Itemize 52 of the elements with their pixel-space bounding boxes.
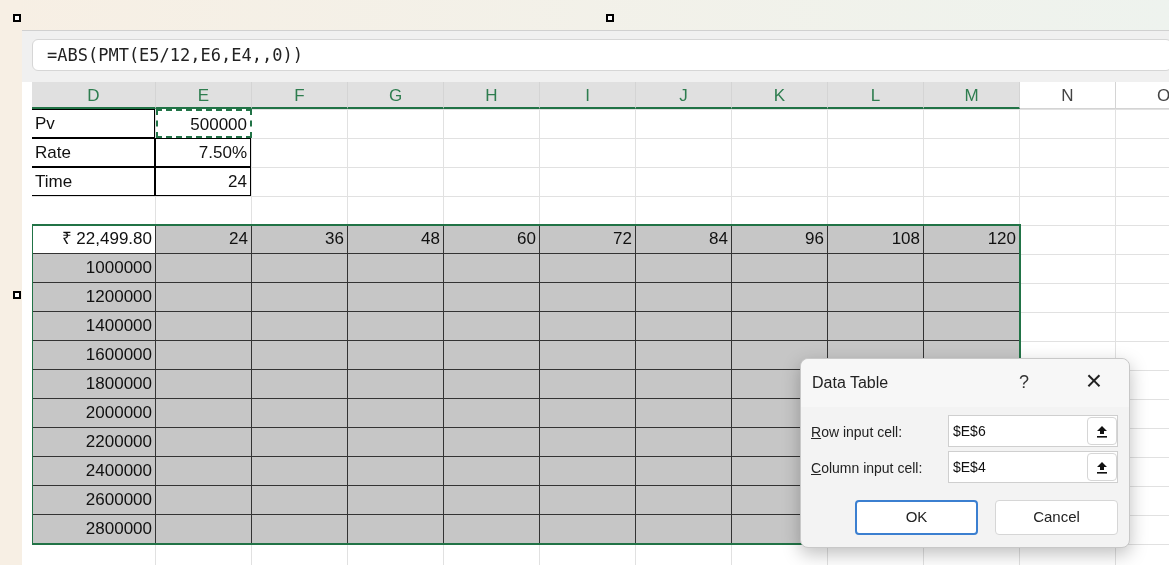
table-cell: 48 <box>348 225 444 254</box>
table-cell: 96 <box>732 225 828 254</box>
table-cell: Rate <box>32 138 155 167</box>
table-cell: 24 <box>155 167 251 196</box>
collapse-button[interactable] <box>1087 453 1117 481</box>
table-cell: 60 <box>444 225 540 254</box>
handle-icon <box>13 291 21 299</box>
table-cell: 72 <box>540 225 636 254</box>
column-header[interactable]: M <box>924 82 1020 109</box>
table-cell: 500000 <box>156 109 252 138</box>
column-header[interactable]: L <box>828 82 924 109</box>
table-cell: 120 <box>924 225 1020 254</box>
table-cell: 2200000 <box>32 428 156 457</box>
table-cell: 1800000 <box>32 370 156 399</box>
upload-icon <box>1096 460 1108 474</box>
column-header[interactable]: K <box>732 82 828 109</box>
column-header[interactable]: J <box>636 82 732 109</box>
table-cell: Time <box>32 167 155 196</box>
table-cell: ₹ 22,499.80 <box>32 225 156 254</box>
table-cell: 1000000 <box>32 254 156 283</box>
table-cell: 2600000 <box>32 486 156 515</box>
column-header[interactable]: G <box>348 82 444 109</box>
column-header[interactable]: H <box>444 82 540 109</box>
table-cell: 36 <box>252 225 348 254</box>
column-header[interactable]: F <box>252 82 348 109</box>
dialog-button[interactable]: OK <box>855 500 978 535</box>
close-button[interactable]: × <box>1079 365 1109 397</box>
handle-icon <box>606 14 614 22</box>
column-header[interactable]: E <box>156 82 252 109</box>
table-cell: 1600000 <box>32 341 156 370</box>
column-header[interactable]: I <box>540 82 636 109</box>
handle-icon <box>13 14 21 22</box>
dialog-title: Data Table <box>812 373 889 393</box>
table-cell: 1200000 <box>32 283 156 312</box>
table-cell: 24 <box>156 225 252 254</box>
table-cell: 84 <box>636 225 732 254</box>
formula-field[interactable]: =ABS(PMT(E5/12,E6,E4,,0)) <box>32 39 1169 71</box>
table-cell: 2000000 <box>32 399 156 428</box>
dialog-button[interactable]: Cancel <box>995 500 1118 535</box>
field-label: Column input cell: <box>811 459 923 478</box>
table-cell: Pv <box>32 109 155 138</box>
help-button[interactable]: ? <box>1011 367 1037 397</box>
upload-icon <box>1096 424 1108 438</box>
table-cell: 2400000 <box>32 457 156 486</box>
column-header[interactable]: N <box>1020 82 1116 109</box>
table-cell: 2800000 <box>32 515 156 544</box>
table-cell: 108 <box>828 225 924 254</box>
table-cell: 7.50% <box>155 138 251 167</box>
column-header[interactable]: D <box>32 82 156 109</box>
collapse-button[interactable] <box>1087 417 1117 445</box>
table-cell: 1400000 <box>32 312 156 341</box>
field-label: Row input cell: <box>811 423 903 442</box>
